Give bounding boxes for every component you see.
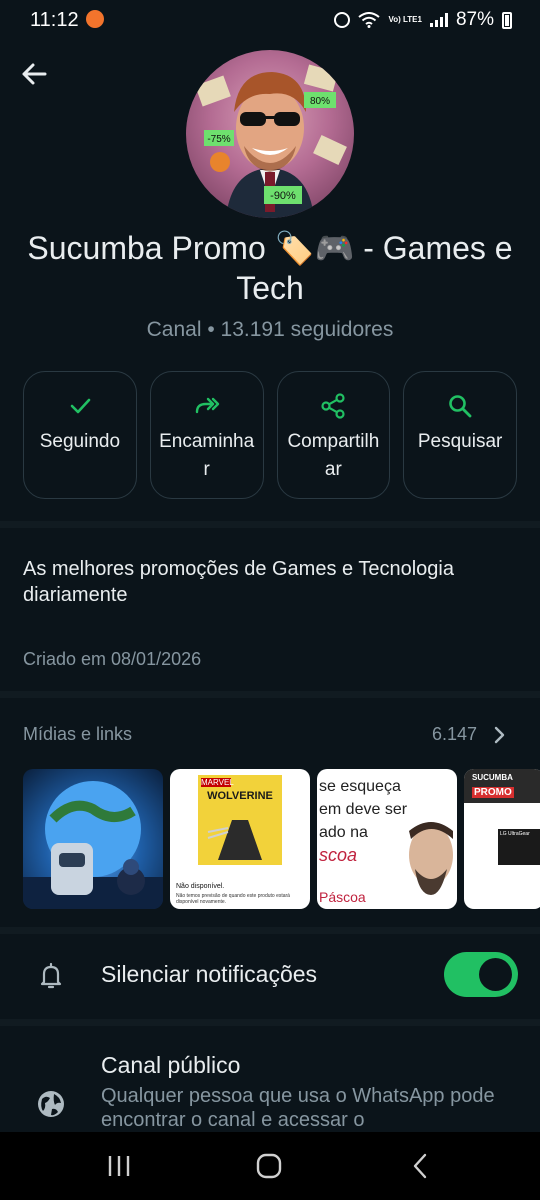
- globe-icon: [38, 1091, 64, 1117]
- space-robot-image: [23, 781, 163, 909]
- action-buttons: Seguindo Encaminhar Compartilhar Pesquis…: [23, 371, 517, 499]
- bell-icon: [40, 962, 62, 989]
- channel-title: Sucumba Promo 🏷️🎮 - Games e Tech: [27, 230, 513, 306]
- channel-description: As melhores promoções de Games e Tecnolo…: [23, 558, 454, 606]
- unavailable-note: Não temos previsão de quando este produt…: [176, 893, 290, 905]
- mute-notifications-label: Silenciar notificações: [101, 961, 318, 987]
- recent-apps-icon[interactable]: [104, 1152, 134, 1180]
- wolverine-art: [207, 820, 262, 860]
- status-bar: 11:12 Vo) LTE1 87%: [0, 0, 540, 40]
- divider: [0, 1019, 540, 1026]
- promo-brand: SUCUMBA: [472, 773, 513, 782]
- mute-notifications-toggle[interactable]: [444, 952, 518, 997]
- signal-icon: [429, 13, 448, 27]
- search-icon: [449, 395, 472, 418]
- wolverine-cover: MARVEL WOLVERINE: [198, 775, 282, 865]
- check-icon: [70, 398, 91, 414]
- marvel-badge: MARVEL: [201, 778, 234, 787]
- battery-percent: 87%: [455, 9, 494, 30]
- home-icon[interactable]: [254, 1152, 284, 1180]
- status-icons: Vo) LTE1 87%: [334, 9, 512, 31]
- man-photo: [409, 822, 453, 895]
- following-label: Seguindo: [39, 431, 121, 452]
- media-thumb-easter[interactable]: se esqueça em deve ser ado na scoa Pásco…: [317, 769, 457, 909]
- badge-90: -90%: [270, 190, 296, 202]
- volte-icon: Vo) LTE1: [388, 15, 422, 24]
- battery-icon: [502, 11, 512, 29]
- easter-text: se esqueça em deve ser ado na scoa: [319, 778, 408, 865]
- forward-label: Encaminhar: [159, 431, 255, 480]
- forward-button[interactable]: Encaminhar: [149, 371, 264, 499]
- back-arrow-icon[interactable]: [18, 58, 50, 90]
- media-thumbnails: MARVEL WOLVERINE Não disponível. Não tem…: [23, 769, 540, 909]
- media-links-title: Mídias e links: [23, 724, 133, 744]
- divider: [0, 691, 540, 698]
- system-nav-bar: [0, 1132, 540, 1200]
- easter-footer: Páscoa: [319, 889, 366, 905]
- created-date: Criado em 08/01/2026: [23, 649, 202, 669]
- share-icon: [321, 393, 345, 419]
- wifi-icon: [358, 12, 381, 28]
- status-time: 11:12: [30, 9, 79, 31]
- monitor-image: LG UltraGear: [498, 829, 540, 865]
- search-button[interactable]: Pesquisar: [403, 371, 517, 499]
- share-button[interactable]: Compartilhar: [276, 371, 391, 499]
- badge-80: 80%: [310, 96, 330, 107]
- divider: [0, 521, 540, 528]
- public-channel-description: Qualquer pessoa que usa o WhatsApp pode …: [101, 1085, 495, 1131]
- media-thumb-space[interactable]: [23, 769, 163, 909]
- forward-icon: [195, 397, 219, 414]
- channel-avatar[interactable]: 80% -75% -90%: [186, 50, 354, 218]
- toggle-knob: [479, 958, 512, 991]
- wolverine-caption: WOLVERINE: [207, 790, 273, 802]
- back-nav-icon[interactable]: [406, 1152, 436, 1180]
- search-label: Pesquisar: [417, 431, 503, 452]
- media-thumb-promo[interactable]: SUCUMBA PROMO LG UltraGear: [464, 769, 540, 909]
- following-button[interactable]: Seguindo: [23, 371, 137, 499]
- channel-info-screen: 11:12 Vo) LTE1 87% 80% -75% -90% Sucumba…: [0, 0, 540, 1200]
- chevron-right-icon: [494, 726, 505, 744]
- media-count: 6.147: [431, 724, 477, 744]
- promo-tag: PROMO: [472, 787, 514, 798]
- badge-75: -75%: [207, 134, 230, 145]
- unavailable-status: Não disponível.: [176, 883, 225, 890]
- channel-subtitle: Canal • 13.191 seguidores: [146, 318, 394, 341]
- avatar-image: 80% -75% -90%: [195, 64, 347, 218]
- alarm-icon: [334, 12, 351, 28]
- share-label: Compartilhar: [287, 431, 380, 480]
- public-channel-title: Canal público: [101, 1052, 241, 1078]
- media-links-header[interactable]: Mídias e links 6.147: [23, 724, 517, 748]
- media-thumb-wolverine[interactable]: MARVEL WOLVERINE Não disponível. Não tem…: [170, 769, 310, 909]
- divider: [0, 927, 540, 934]
- notification-app-icon: [86, 10, 104, 28]
